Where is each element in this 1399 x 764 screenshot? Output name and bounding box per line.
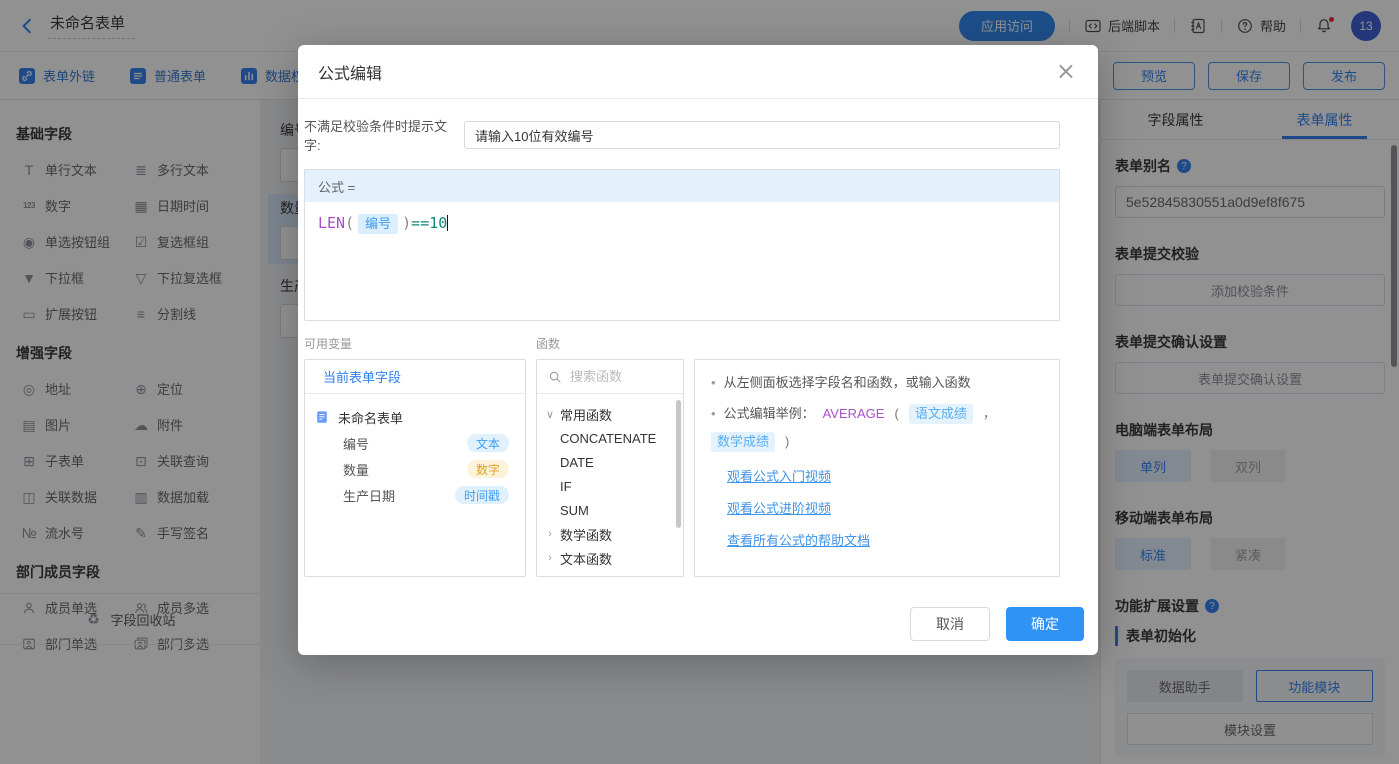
prompt-label: 不满足校验条件时提示文字: — [304, 116, 456, 154]
close-icon[interactable]: × — [1056, 59, 1076, 83]
function-group-label: 数学函数 — [560, 525, 612, 544]
function-group-label: 日期函数 — [560, 573, 612, 578]
chevron-right-icon: › — [545, 576, 555, 577]
chevron-down-icon: ∨ — [545, 408, 555, 421]
function-item[interactable]: CONCATENATE — [537, 426, 683, 450]
formula-editor[interactable]: LEN(编号)==10 — [305, 202, 1059, 320]
bullet: • — [711, 373, 716, 393]
formula-intro-video-link[interactable]: 观看公式入门视频 — [727, 466, 1043, 485]
modal-footer: 取消 确定 — [910, 607, 1084, 641]
modal-body: 不满足校验条件时提示文字: 公式 = LEN(编号)==10 可用变量 当前表单… — [298, 99, 1098, 577]
variables-column: 可用变量 当前表单字段 未命名表单 编号 文本数量 数字生产日期 时间戳 — [304, 335, 526, 577]
variable-rows: 编号 文本数量 数字生产日期 时间戳 — [313, 430, 517, 508]
functions-column: 函数 ∨ 常用函数 CONCATENATEDATEIFSUM › 数学函数 › 文本函数 › 日… — [536, 335, 684, 577]
variable-name: 生产日期 — [343, 486, 395, 505]
example-paren-open: ( — [894, 404, 898, 424]
function-group[interactable]: › 日期函数 — [537, 570, 683, 577]
tips-panel: • 从左侧面板选择字段名和函数，或输入函数 • 公式编辑举例： AVERAGE (… — [694, 359, 1060, 577]
tip-links: 观看公式入门视频观看公式进阶视频查看所有公式的帮助文档 — [711, 466, 1043, 549]
variable-type-badge: 时间戳 — [455, 486, 509, 504]
variables-tree: 未命名表单 编号 文本数量 数字生产日期 时间戳 — [305, 394, 525, 518]
function-group-label: 常用函数 — [560, 405, 612, 424]
variable-name: 数量 — [343, 460, 369, 479]
tip-line-1: • 从左侧面板选择字段名和函数，或输入函数 — [711, 373, 1043, 393]
formula-paren-open: ( — [345, 214, 354, 232]
confirm-button[interactable]: 确定 — [1006, 607, 1084, 641]
function-item[interactable]: SUM — [537, 498, 683, 522]
example-comma: ， — [983, 404, 996, 424]
function-search-input[interactable] — [570, 369, 670, 384]
chevron-right-icon: › — [545, 552, 555, 564]
tip-example-prefix: 公式编辑举例： — [724, 404, 815, 424]
function-item[interactable]: IF — [537, 474, 683, 498]
function-group-label: 文本函数 — [560, 549, 612, 568]
formula-docs-link[interactable]: 查看所有公式的帮助文档 — [727, 530, 1043, 549]
formula-rest: ==10 — [411, 214, 447, 232]
bullet: • — [711, 404, 716, 424]
formula-panel: 公式 = LEN(编号)==10 — [304, 169, 1060, 321]
search-icon — [546, 370, 564, 384]
function-group[interactable]: › 文本函数 — [537, 546, 683, 570]
variable-type-badge: 数字 — [467, 460, 509, 478]
tab-current-form-fields[interactable]: 当前表单字段 — [305, 360, 525, 394]
formula-paren-close: ) — [402, 214, 411, 232]
function-group[interactable]: ∨ 常用函数 — [537, 402, 683, 426]
formula-function: LEN — [318, 214, 345, 232]
example-field-token: 语文成绩 — [909, 404, 973, 424]
modal-header: 公式编辑 — [298, 45, 1098, 99]
variable-type-badge: 文本 — [467, 434, 509, 452]
prompt-text-input[interactable] — [464, 121, 1060, 149]
function-group[interactable]: › 数学函数 — [537, 522, 683, 546]
variables-panel: 当前表单字段 未命名表单 编号 文本数量 数字生产日期 时间戳 — [304, 359, 526, 577]
prompt-row: 不满足校验条件时提示文字: — [304, 116, 1060, 154]
tips-column: • 从左侧面板选择字段名和函数，或输入函数 • 公式编辑举例： AVERAGE (… — [694, 335, 1060, 577]
formula-advanced-video-link[interactable]: 观看公式进阶视频 — [727, 498, 1043, 517]
variable-row[interactable]: 生产日期 时间戳 — [313, 482, 517, 508]
example-field-token: 数学成绩 — [711, 432, 775, 452]
function-list-scrollbar[interactable] — [676, 400, 681, 528]
chevron-right-icon: › — [545, 528, 555, 540]
function-item[interactable]: DATE — [537, 450, 683, 474]
formula-edit-modal: 公式编辑 × 不满足校验条件时提示文字: 公式 = LEN(编号)==10 可用… — [298, 45, 1098, 655]
formula-field-token[interactable]: 编号 — [358, 214, 398, 234]
file-icon — [313, 410, 331, 424]
variables-section-label: 可用变量 — [304, 335, 526, 359]
tip-text-1: 从左侧面板选择字段名和函数，或输入函数 — [724, 373, 971, 393]
modal-columns: 可用变量 当前表单字段 未命名表单 编号 文本数量 数字生产日期 时间戳 函数 — [304, 335, 1060, 577]
functions-section-label: 函数 — [536, 335, 684, 359]
text-caret — [447, 215, 448, 231]
formula-header: 公式 = — [305, 170, 1059, 202]
example-function: AVERAGE — [823, 404, 885, 424]
variable-row[interactable]: 数量 数字 — [313, 456, 517, 482]
variable-row[interactable]: 编号 文本 — [313, 430, 517, 456]
function-search — [537, 360, 683, 394]
cancel-button[interactable]: 取消 — [910, 607, 990, 641]
example-paren-close: ) — [785, 432, 789, 452]
tip-line-2: • 公式编辑举例： AVERAGE ( 语文成绩 ， 数学成绩) — [711, 404, 1043, 452]
variable-name: 编号 — [343, 434, 369, 453]
functions-panel: ∨ 常用函数 CONCATENATEDATEIFSUM › 数学函数 › 文本函数 › 日期函数 — [536, 359, 684, 577]
modal-title: 公式编辑 — [318, 60, 382, 84]
tree-root-form[interactable]: 未命名表单 — [313, 404, 517, 430]
tree-root-label: 未命名表单 — [338, 408, 403, 427]
tips-spacer — [694, 335, 1060, 359]
function-tree: ∨ 常用函数 CONCATENATEDATEIFSUM › 数学函数 › 文本函数 › 日期函数 — [537, 394, 683, 577]
